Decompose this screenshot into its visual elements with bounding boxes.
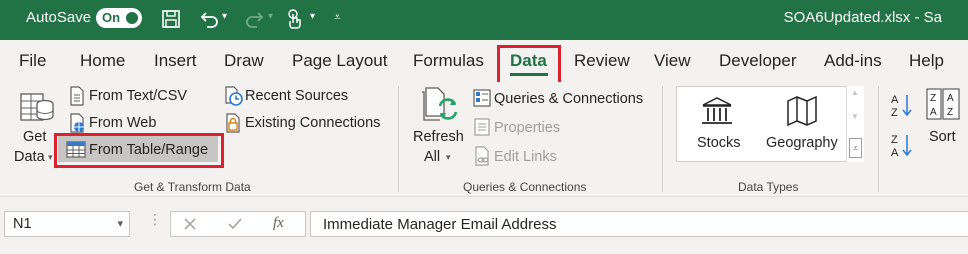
tab-help[interactable]: Help [909,51,944,71]
get-data-label-1: Get [23,129,47,145]
from-web-label: From Web [89,115,157,131]
touch-dropdown-icon[interactable]: ▾ [310,11,332,33]
get-data-label-2: Data [14,149,45,165]
properties-icon [474,118,490,136]
tab-formulas[interactable]: Formulas [413,51,484,71]
svg-text:Z: Z [947,107,953,118]
group-separator [878,86,879,192]
group-label-data-types: Data Types [738,180,799,194]
from-table-range-highlight [54,133,224,168]
tab-data-highlight [497,45,561,85]
scroll-up-icon[interactable]: ▲ [851,88,859,97]
svg-text:A: A [891,94,899,106]
refresh-all-icon [422,87,458,121]
svg-text:A: A [891,147,899,158]
document-title: SOA6Updated.xlsx - Sa [783,9,942,26]
group-label-get-transform: Get & Transform Data [134,180,251,194]
svg-text:A: A [947,93,954,104]
get-data-dropdown-icon: ▾ [48,152,53,162]
tab-review[interactable]: Review [574,51,630,71]
cancel-icon[interactable] [183,217,197,231]
tab-file[interactable]: File [19,51,46,71]
edit-links-label: Edit Links [494,149,557,165]
refresh-all-label-2: All [424,149,441,165]
ribbon-tabs: File Home Insert Draw Page Layout Formul… [0,40,968,85]
refresh-dropdown-icon: ▾ [446,152,451,162]
tab-add-ins[interactable]: Add-ins [824,51,882,71]
sort-z-to-a-icon: Z A [891,134,912,158]
ribbon-data-panel: Get Data ▾ From Text/CSV From Web From T… [0,82,968,196]
sort-a-to-z-icon: A Z [891,94,912,118]
formula-value: Immediate Manager Email Address [323,216,557,233]
tab-page-layout[interactable]: Page Layout [292,51,387,71]
insert-function-icon[interactable]: fx [273,215,284,232]
from-text-csv-label: From Text/CSV [89,88,188,104]
svg-text:A: A [930,107,937,118]
undo-dropdown-icon[interactable]: ▾ [222,11,244,33]
undo-icon[interactable] [198,8,220,30]
toggle-knob [126,12,138,24]
formula-buttons: fx [170,211,306,237]
name-box-dropdown-icon[interactable]: ▾ [117,217,123,230]
text-file-icon [70,86,84,106]
stocks-icon [702,97,732,124]
formula-bar: N1 ▾ ⋮ fx Immediate Manager Email Addres… [0,196,968,254]
more-options-icon[interactable]: ⋮ [148,211,162,228]
redo-icon[interactable] [244,8,266,30]
properties-label: Properties [494,120,561,136]
title-bar: AutoSave On ▾ ▾ ▾ ⩡ SOA6Updated.xlsx - S… [0,0,968,40]
svg-text:Z: Z [891,134,898,146]
autosave-label: AutoSave [26,9,92,26]
save-icon[interactable] [160,8,182,30]
gallery-more-icon[interactable]: ⩡ [849,138,862,158]
geography-label: Geography [766,135,838,151]
queries-connections-label: Queries & Connections [494,91,644,107]
web-icon [70,113,84,133]
autosave-toggle[interactable]: On [96,8,142,28]
queries-connections-icon [473,89,491,107]
svg-text:Z: Z [891,107,898,118]
svg-text:Z: Z [930,93,936,104]
existing-connections-icon [226,113,240,133]
name-box-value: N1 [13,216,32,232]
excel-window: AutoSave On ▾ ▾ ▾ ⩡ SOA6Updated.xlsx - S… [0,0,968,254]
tab-draw[interactable]: Draw [224,51,264,71]
autosave-state: On [102,10,121,25]
name-box[interactable]: N1 ▾ [4,211,130,237]
recent-sources-label: Recent Sources [245,88,349,104]
tab-insert[interactable]: Insert [154,51,197,71]
existing-connections-label: Existing Connections [245,115,381,131]
tab-developer[interactable]: Developer [719,51,797,71]
group-separator [662,86,663,192]
sort-label: Sort [929,129,956,145]
stocks-label: Stocks [697,135,741,151]
recent-sources-icon [225,86,243,106]
formula-input[interactable]: Immediate Manager Email Address [310,211,968,237]
group-separator [398,86,399,192]
customize-qat-icon[interactable]: ⩡ [334,10,356,32]
refresh-all-label-1: Refresh [413,129,464,145]
sort-dialog-icon: Z A A Z [926,88,960,120]
scroll-down-icon[interactable]: ▼ [851,112,859,121]
get-data-icon [20,93,54,121]
geography-icon [787,95,817,127]
data-types-scrollbar[interactable]: ▲ ▼ ⩡ [846,86,864,162]
tab-view[interactable]: View [654,51,691,71]
touch-mode-icon[interactable] [284,8,306,30]
edit-links-icon [475,146,489,166]
tab-home[interactable]: Home [80,51,125,71]
enter-icon[interactable] [227,217,243,231]
group-label-queries: Queries & Connections [463,180,587,194]
